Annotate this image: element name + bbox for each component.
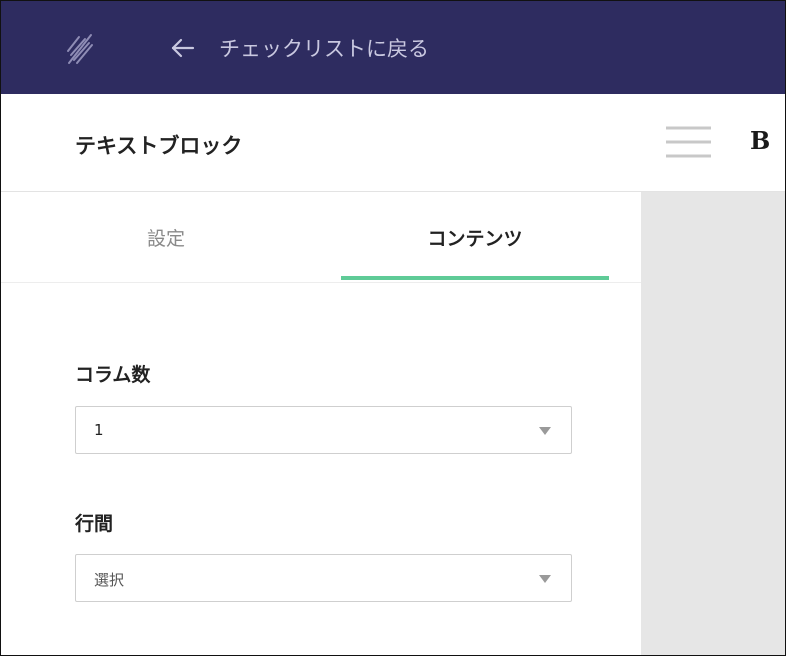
hamburger-menu-icon[interactable]	[666, 124, 711, 160]
top-navigation-bar: チェックリストに戻る	[1, 1, 785, 94]
line-spacing-field-label: 行間	[75, 513, 114, 535]
back-to-checklist-link[interactable]: チェックリストに戻る	[171, 32, 429, 64]
panel-header: テキストブロック B	[1, 94, 785, 192]
panel-title: テキストブロック	[75, 134, 243, 158]
app-window: チェックリストに戻る テキストブロック B 設定 コンテンツ コラム数 1 行間…	[0, 0, 786, 656]
columns-field-label: コラム数	[75, 364, 151, 386]
line-spacing-select-value: 選択	[94, 571, 125, 589]
caret-down-icon	[539, 427, 551, 435]
bold-format-button[interactable]: B	[750, 126, 770, 155]
tab-settings[interactable]: 設定	[41, 192, 291, 282]
columns-select-value: 1	[94, 421, 104, 439]
tab-content[interactable]: コンテンツ	[341, 192, 609, 282]
columns-select[interactable]: 1	[75, 406, 572, 454]
caret-down-icon	[539, 575, 551, 583]
editor-canvas	[641, 192, 785, 655]
arrow-left-icon	[171, 38, 195, 58]
line-spacing-select[interactable]: 選択	[75, 554, 572, 602]
feather-logo-icon	[67, 34, 93, 64]
settings-panel: 設定 コンテンツ コラム数 1 行間 選択	[1, 192, 641, 655]
active-tab-indicator	[341, 276, 609, 280]
panel-tabs: 設定 コンテンツ	[1, 192, 641, 283]
back-link-label: チェックリストに戻る	[219, 37, 429, 61]
